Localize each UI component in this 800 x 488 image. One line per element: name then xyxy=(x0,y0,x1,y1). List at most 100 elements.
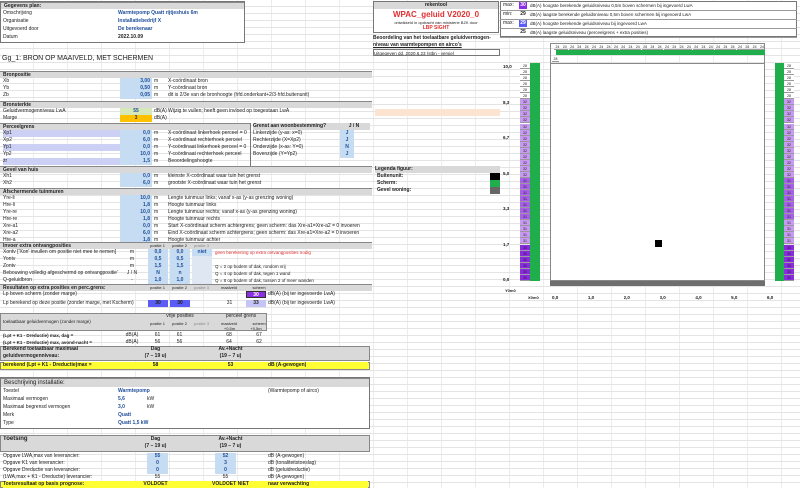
results-scherm-value: 30 xyxy=(246,291,266,298)
param-desc: grootste X-coördinaat waar tuin het gren… xyxy=(168,180,262,186)
extra-value[interactable]: 1,0 xyxy=(148,277,168,284)
toetsing-label: Opgave LWA,max van leverancier: xyxy=(3,453,80,459)
results-unit: dB(A) (bij ter ingevoerde LwA) xyxy=(268,291,335,297)
extra-value[interactable] xyxy=(192,277,212,284)
installatie-unit xyxy=(147,388,167,395)
toelaatbaar-value: 68 xyxy=(226,332,232,338)
extra-value[interactable]: 1,5 xyxy=(170,263,190,270)
toetsing-unit: dB (tonaliteitstoeslag) xyxy=(268,460,317,466)
extra-value[interactable]: 0,5 xyxy=(170,256,190,263)
side-value-left: 30 xyxy=(520,274,530,281)
param-desc: kleinste X-coördinaat waar tuin het gren… xyxy=(168,173,260,179)
y-tick: 6,7 xyxy=(503,135,510,140)
extra-value[interactable]: 1,5 xyxy=(148,263,168,270)
param-value[interactable]: 10,0 xyxy=(120,151,152,158)
param-value[interactable]: 6,0 xyxy=(120,137,152,144)
param-value[interactable]: 0,0 xyxy=(120,223,152,230)
param-label: Xb xyxy=(3,78,10,84)
plan-value[interactable]: Warmtepomp Quatt rijtjeshuis 6m xyxy=(118,10,243,17)
extra-value[interactable] xyxy=(192,270,212,277)
extra-note: geen berekening op extra ontvangposities… xyxy=(215,250,311,255)
legend-tag: max: xyxy=(503,20,514,26)
grenst-value[interactable]: J xyxy=(340,130,354,137)
param-value[interactable]: 6,0 xyxy=(120,180,152,187)
toelaatbaar-value: 56 xyxy=(176,339,183,345)
berekend-nacht: Av.+Nacht xyxy=(218,346,243,352)
extra-value[interactable] xyxy=(192,256,212,263)
toetsing-dag: Dag xyxy=(150,436,161,442)
tool-subtitle: Beoordeling van het toelaatbare geluidve… xyxy=(373,35,491,41)
param-desc: Y-coördinaat rechterhoek perceel xyxy=(168,151,242,157)
toetsing-header: Toetsing xyxy=(3,436,28,442)
toetsing-dag-value[interactable]: 55 xyxy=(147,453,168,460)
param-desc xyxy=(168,115,368,122)
param-label: Geluidvermogenniveau LwA xyxy=(3,108,66,114)
extra-col-header: positie 1 xyxy=(150,243,165,248)
param-value[interactable]: 0,50 xyxy=(120,85,152,92)
toelaatbaar-unit: dB(A) xyxy=(125,339,139,345)
param-desc: dit is 2/3e van de bronhoogte (hfd.onder… xyxy=(168,92,310,98)
toetsing-label: Opgave K1 van leverancier: xyxy=(3,460,65,466)
extra-unit: - xyxy=(131,277,133,283)
side-value-right: 30 xyxy=(784,274,794,281)
toelaatbaar-value: 62 xyxy=(256,339,262,345)
param-label: Xp2 xyxy=(3,137,12,143)
extra-value[interactable] xyxy=(192,263,212,270)
extra-value[interactable]: 1,0 xyxy=(170,277,190,284)
param-value[interactable]: 1,8 xyxy=(120,216,152,223)
legend-desc: dB(A) hoogste berekende geluidsniveau bi… xyxy=(530,21,647,26)
param-desc: X-coördinaat linkerhoek perceel = 0 xyxy=(168,130,247,136)
param-unit: dB(A) xyxy=(154,115,167,121)
extra-value[interactable]: niet xyxy=(192,249,212,256)
extra-value[interactable]: N xyxy=(148,270,168,277)
grenst-value[interactable]: J xyxy=(340,137,354,144)
param-label: Hre-re xyxy=(3,216,18,222)
toetsing-nacht-value[interactable]: 3 xyxy=(215,460,236,467)
legenda-header: Legenda figuur: xyxy=(375,166,500,173)
param-value[interactable]: 1,8 xyxy=(120,202,152,209)
grenst-value[interactable]: N xyxy=(340,144,354,151)
param-desc: X-coördinaat rechterhoek perceel xyxy=(168,137,242,143)
installatie-label: Merk xyxy=(3,412,15,418)
installatie-unit: kW xyxy=(147,396,155,402)
param-value[interactable]: 0,0 xyxy=(120,144,152,151)
param-value[interactable]: 6,0 xyxy=(120,230,152,237)
param-value[interactable]: 10,0 xyxy=(120,209,152,216)
extra-label: Zontv xyxy=(3,263,16,269)
param-desc: Hoogte tuinmuur rechts xyxy=(168,216,220,222)
toelaatbaar-value: 67 xyxy=(256,332,262,338)
param-value[interactable]: 0,05 xyxy=(120,92,152,99)
toetsing-nacht-value[interactable]: 52 xyxy=(215,453,236,460)
param-value[interactable]: 0,0 xyxy=(120,130,152,137)
toelaatbaar-value: 61 xyxy=(176,332,183,338)
extra-value[interactable]: n xyxy=(170,270,190,277)
param-unit: m xyxy=(154,230,159,236)
legend-desc: dB(A) hoogste berekende geluidsniveau 0,… xyxy=(530,3,693,8)
plan-value[interactable]: De berekenaar xyxy=(118,26,243,33)
param-unit: m xyxy=(154,78,159,84)
param-unit: m xyxy=(154,158,159,164)
param-desc: Lengte tuinmuur rechts; vanaf x-as (y-as… xyxy=(168,209,297,215)
param-unit: m xyxy=(154,130,159,136)
toelaatbaar-row-label: (Lpt + K1 - Dreductie) max, avond-nacht … xyxy=(3,340,93,345)
toetsing-dag-value[interactable]: 0 xyxy=(147,467,168,474)
param-unit: m xyxy=(154,137,159,143)
toetsing-nacht-value[interactable]: 0 xyxy=(215,467,236,474)
toetsing-dag-value[interactable]: 0 xyxy=(147,460,168,467)
plan-value[interactable]: Installatiebedrijf X xyxy=(118,18,243,25)
param-value[interactable]: 10,0 xyxy=(120,195,152,202)
grenst-col: J / N xyxy=(338,123,370,130)
plan-value[interactable]: 2022.10.09 xyxy=(118,34,243,41)
y-tick: 5,0 xyxy=(503,170,510,176)
extra-value[interactable]: 0,0 xyxy=(148,249,168,256)
param-value[interactable]: 0,0 xyxy=(120,173,152,180)
tool-subtitle: niveau van warmtepompen en airco's xyxy=(373,42,462,48)
param-value[interactable]: 1,5 xyxy=(120,158,152,165)
berekend-nacht-t: (19 – 7 u) xyxy=(219,353,242,359)
extra-value[interactable]: 0,5 xyxy=(148,256,168,263)
extra-value[interactable]: 0,0 xyxy=(170,249,190,256)
grenst-value[interactable]: J xyxy=(340,151,354,158)
param-value[interactable]: 3 xyxy=(120,115,152,122)
param-value[interactable]: 55 xyxy=(120,108,152,115)
param-value[interactable]: 3,00 xyxy=(120,78,152,85)
